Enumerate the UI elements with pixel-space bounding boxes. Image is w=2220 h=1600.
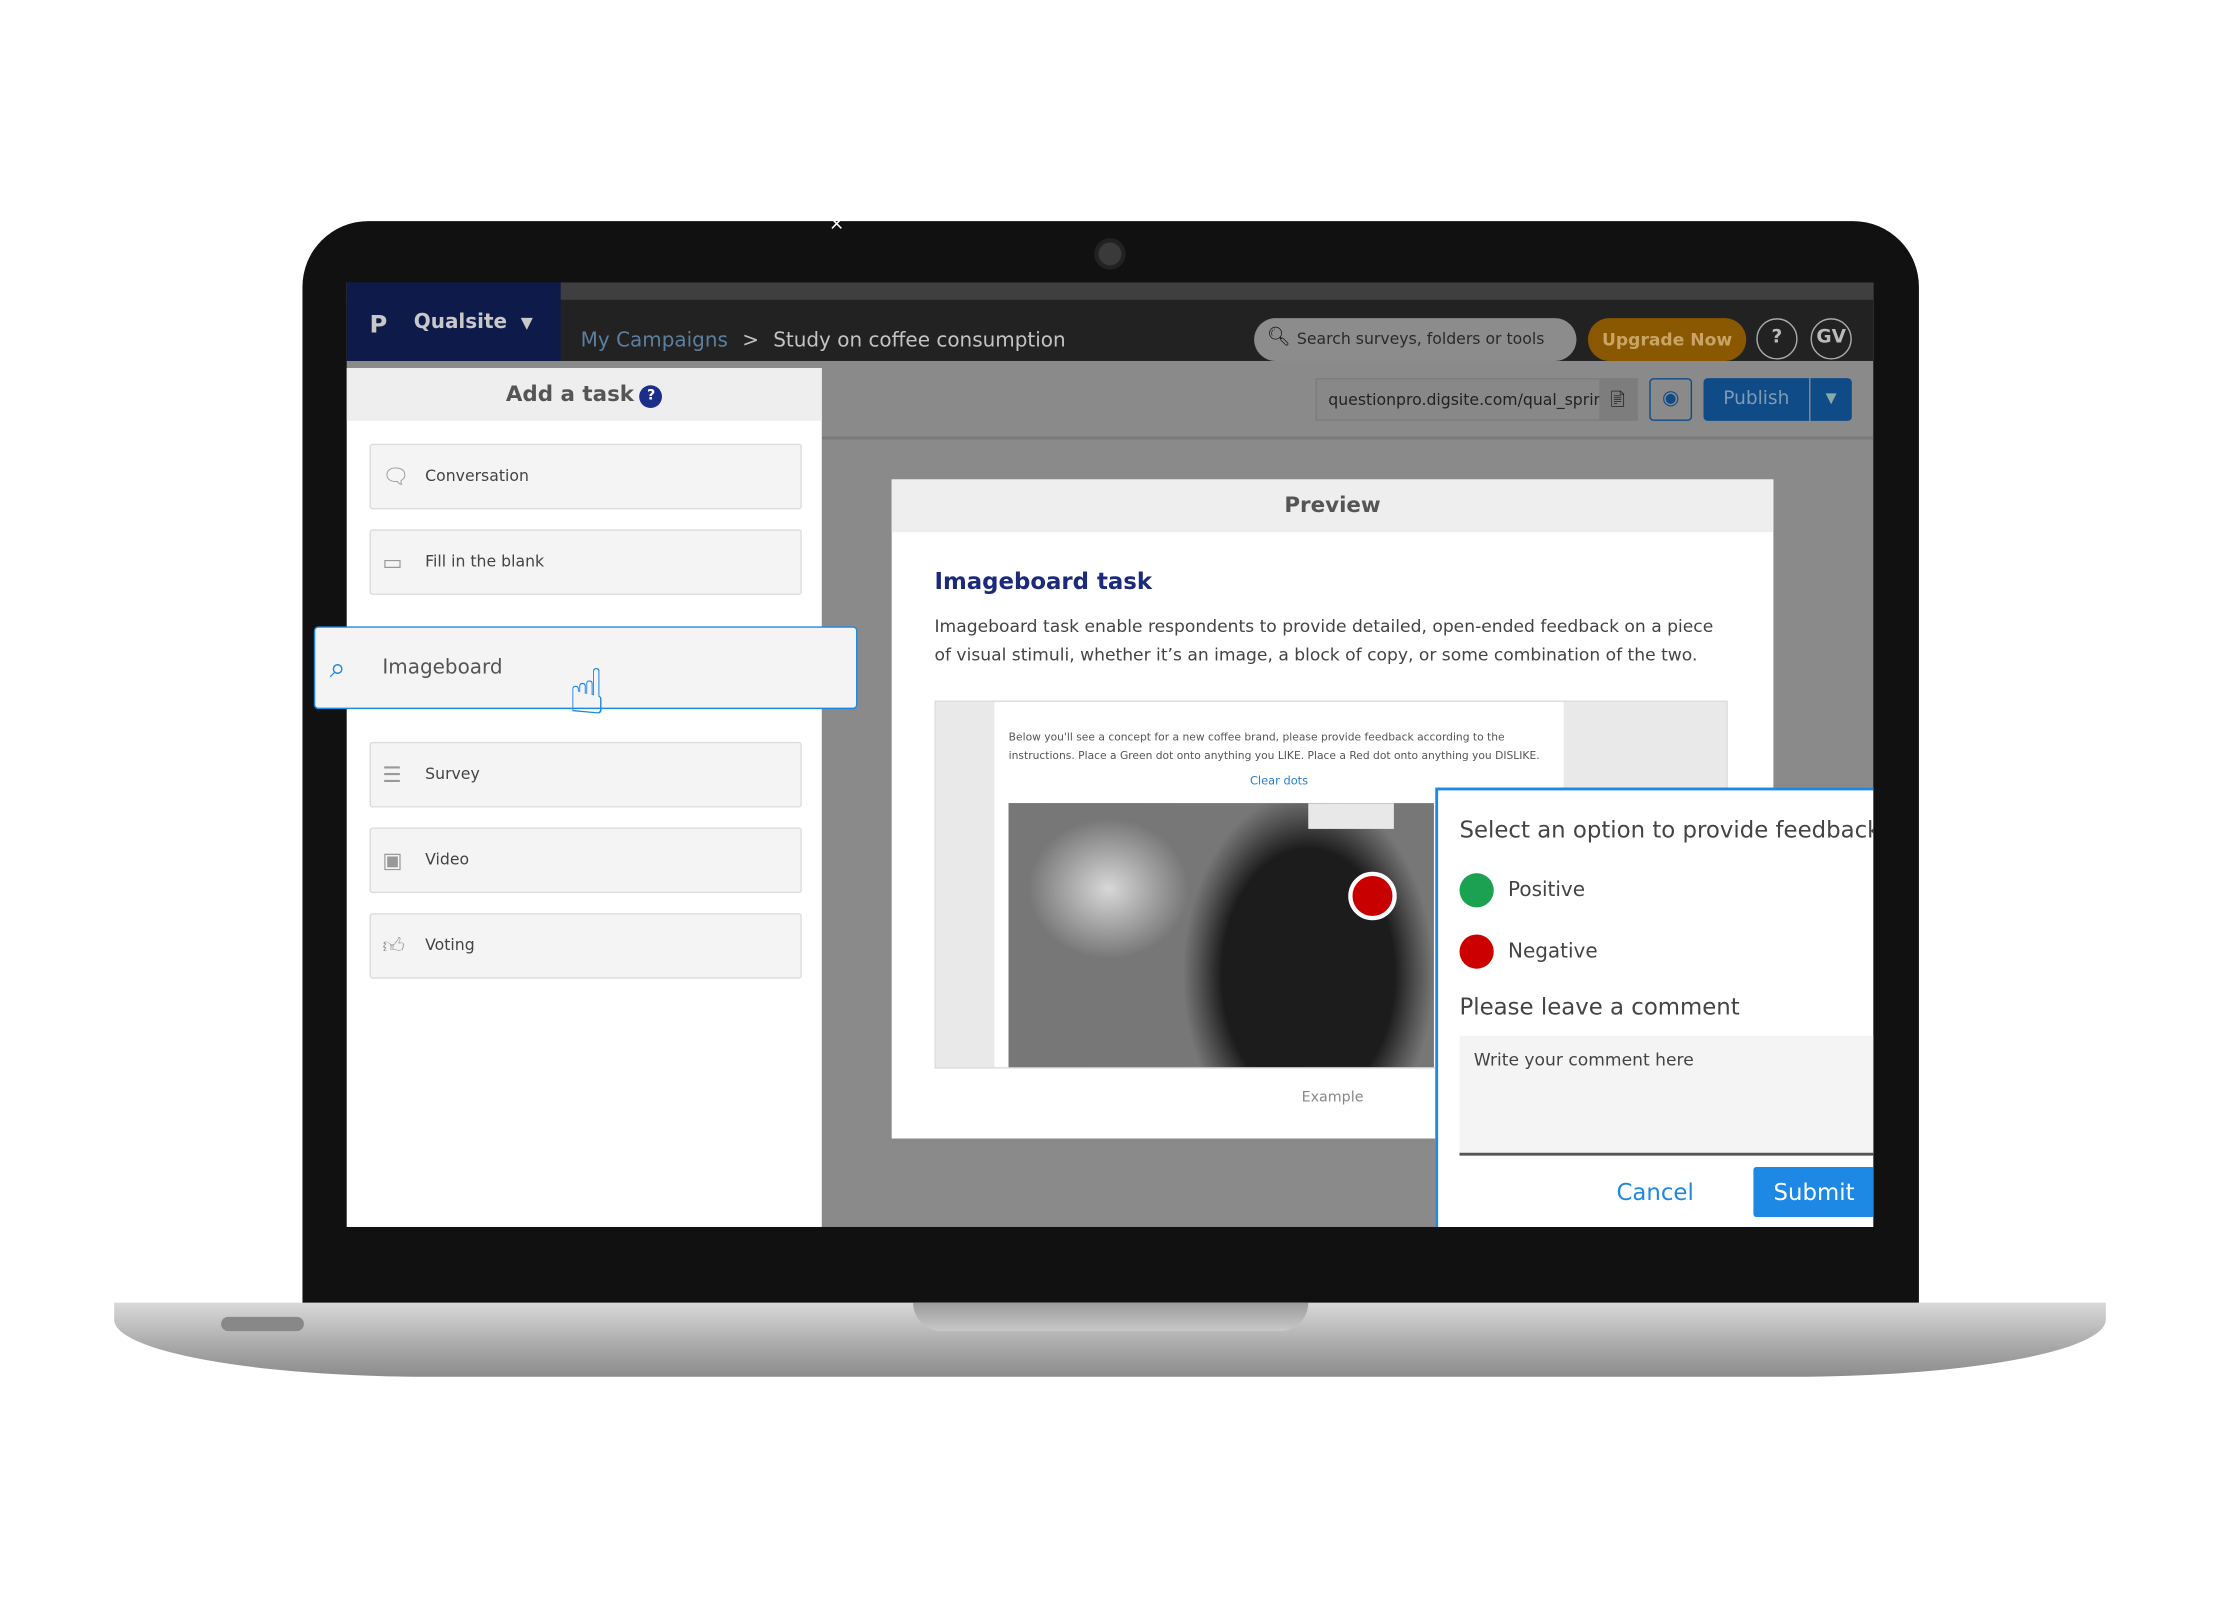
comment-label: Please leave a comment <box>1459 992 1740 1021</box>
task-label: Conversation <box>425 466 529 486</box>
task-label: Survey <box>425 764 480 784</box>
feedback-prompt: Select an option to provide feedback <box>1459 816 1874 844</box>
task-title: Imageboard task <box>934 567 1153 595</box>
task-description: Imageboard task enable respondents to pr… <box>934 616 1714 665</box>
example-instructions: Below you'll see a concept for a new cof… <box>1008 730 1540 762</box>
webcam <box>1094 238 1126 270</box>
preview-eye-button[interactable]: ◉ <box>1649 378 1693 421</box>
thumbs-icon: 👍︎ <box>382 933 405 959</box>
breadcrumb: My Campaigns > Study on coffee consumption <box>581 330 1066 353</box>
breadcrumb-current: Study on coffee consumption <box>773 329 1066 353</box>
hand-pointer-cursor-icon: ☝︎ <box>567 656 607 730</box>
task-label: Imageboard <box>382 656 503 680</box>
search-placeholder: Search surveys, folders or tools <box>1296 329 1545 349</box>
publish-button[interactable]: Publish <box>1703 378 1810 421</box>
task-conversation[interactable]: 🗨︎ Conversation <box>369 443 802 510</box>
green-dot-icon <box>1459 873 1494 908</box>
image-search-icon: ⌕ <box>329 650 346 685</box>
breadcrumb-my-campaigns[interactable]: My Campaigns <box>581 330 728 353</box>
video-person-icon: ▣ <box>382 847 403 874</box>
option-negative[interactable]: Negative <box>1459 934 1598 969</box>
eye-icon: ◉ <box>1661 386 1680 410</box>
task-label: Video <box>425 850 470 869</box>
survey-list-icon: ☰ <box>382 761 402 788</box>
panel-title: Add a task <box>505 380 635 407</box>
submit-button[interactable]: Submit <box>1753 1167 1874 1217</box>
laptop-foot <box>221 1316 304 1332</box>
clear-dots-text[interactable]: Clear dots <box>1250 775 1308 788</box>
caret-down-icon: ▼ <box>520 313 533 333</box>
preview-header: Preview <box>891 479 1774 533</box>
comment-input[interactable] <box>1459 1035 1874 1156</box>
add-task-panel: Add a task? 🗨︎ Conversation ▭ Fill in the … <box>346 368 822 1227</box>
task-label: Voting <box>425 935 475 955</box>
top-strip <box>346 282 1874 300</box>
avatar[interactable]: GV <box>1810 318 1852 360</box>
help-button[interactable]: ? <box>1756 318 1798 360</box>
feedback-popup: Select an option to provide feedback Pos… <box>1435 787 1874 1227</box>
close-icon[interactable]: × <box>829 214 845 235</box>
copy-icon[interactable]: 📄︎ <box>1599 379 1637 420</box>
negative-dot-marker[interactable] <box>1348 871 1397 921</box>
option-positive[interactable]: Positive <box>1459 873 1586 908</box>
task-video[interactable]: ▣ Video <box>369 827 802 894</box>
task-fill-in-the-blank[interactable]: ▭ Fill in the blank <box>369 529 802 595</box>
app-logo: P <box>369 311 388 340</box>
survey-url-field[interactable]: questionpro.digsite.com/qual_sprint 📄︎ <box>1315 378 1638 421</box>
option-label: Negative <box>1508 940 1598 964</box>
fill-blank-icon: ▭ <box>382 549 403 575</box>
laptop-notch <box>913 1302 1309 1332</box>
clear-dots-link: Clear dots <box>994 775 1563 788</box>
bottle-cap <box>1308 803 1394 829</box>
laptop-mockup: × My Campaigns > Study on coffee consumpti… <box>0 0 2220 1599</box>
red-dot-icon <box>1459 934 1494 969</box>
cancel-button[interactable]: Cancel <box>1616 1178 1693 1205</box>
task-voting[interactable]: 👍︎ Voting <box>369 913 802 979</box>
search-icon: 🔍︎ <box>1266 326 1291 349</box>
task-survey[interactable]: ☰ Survey <box>369 741 802 808</box>
chat-bubbles-icon: 🗨︎ <box>382 463 410 490</box>
toolbar-divider <box>821 436 1874 440</box>
publish-dropdown-button[interactable]: ▼ <box>1810 378 1852 421</box>
app-name: Qualsite <box>413 311 508 334</box>
top-header: My Campaigns > Study on coffee consumption… <box>346 299 1874 361</box>
survey-url: questionpro.digsite.com/qual_sprint <box>1328 390 1610 410</box>
search-input[interactable]: 🔍︎ Search surveys, folders or tools <box>1254 318 1577 361</box>
chevron-right-icon: > <box>742 329 759 353</box>
upgrade-now-button[interactable]: Upgrade Now <box>1587 318 1747 361</box>
app-screen: My Campaigns > Study on coffee consumption… <box>346 282 1874 1227</box>
option-label: Positive <box>1508 878 1586 902</box>
coffee-bottle-image[interactable] <box>1008 803 1434 1068</box>
app-switcher[interactable]: P Qualsite ▼ <box>346 282 561 361</box>
task-label: Fill in the blank <box>425 552 545 571</box>
help-icon[interactable]: ? <box>639 385 663 409</box>
add-task-header: Add a task? <box>346 368 822 421</box>
